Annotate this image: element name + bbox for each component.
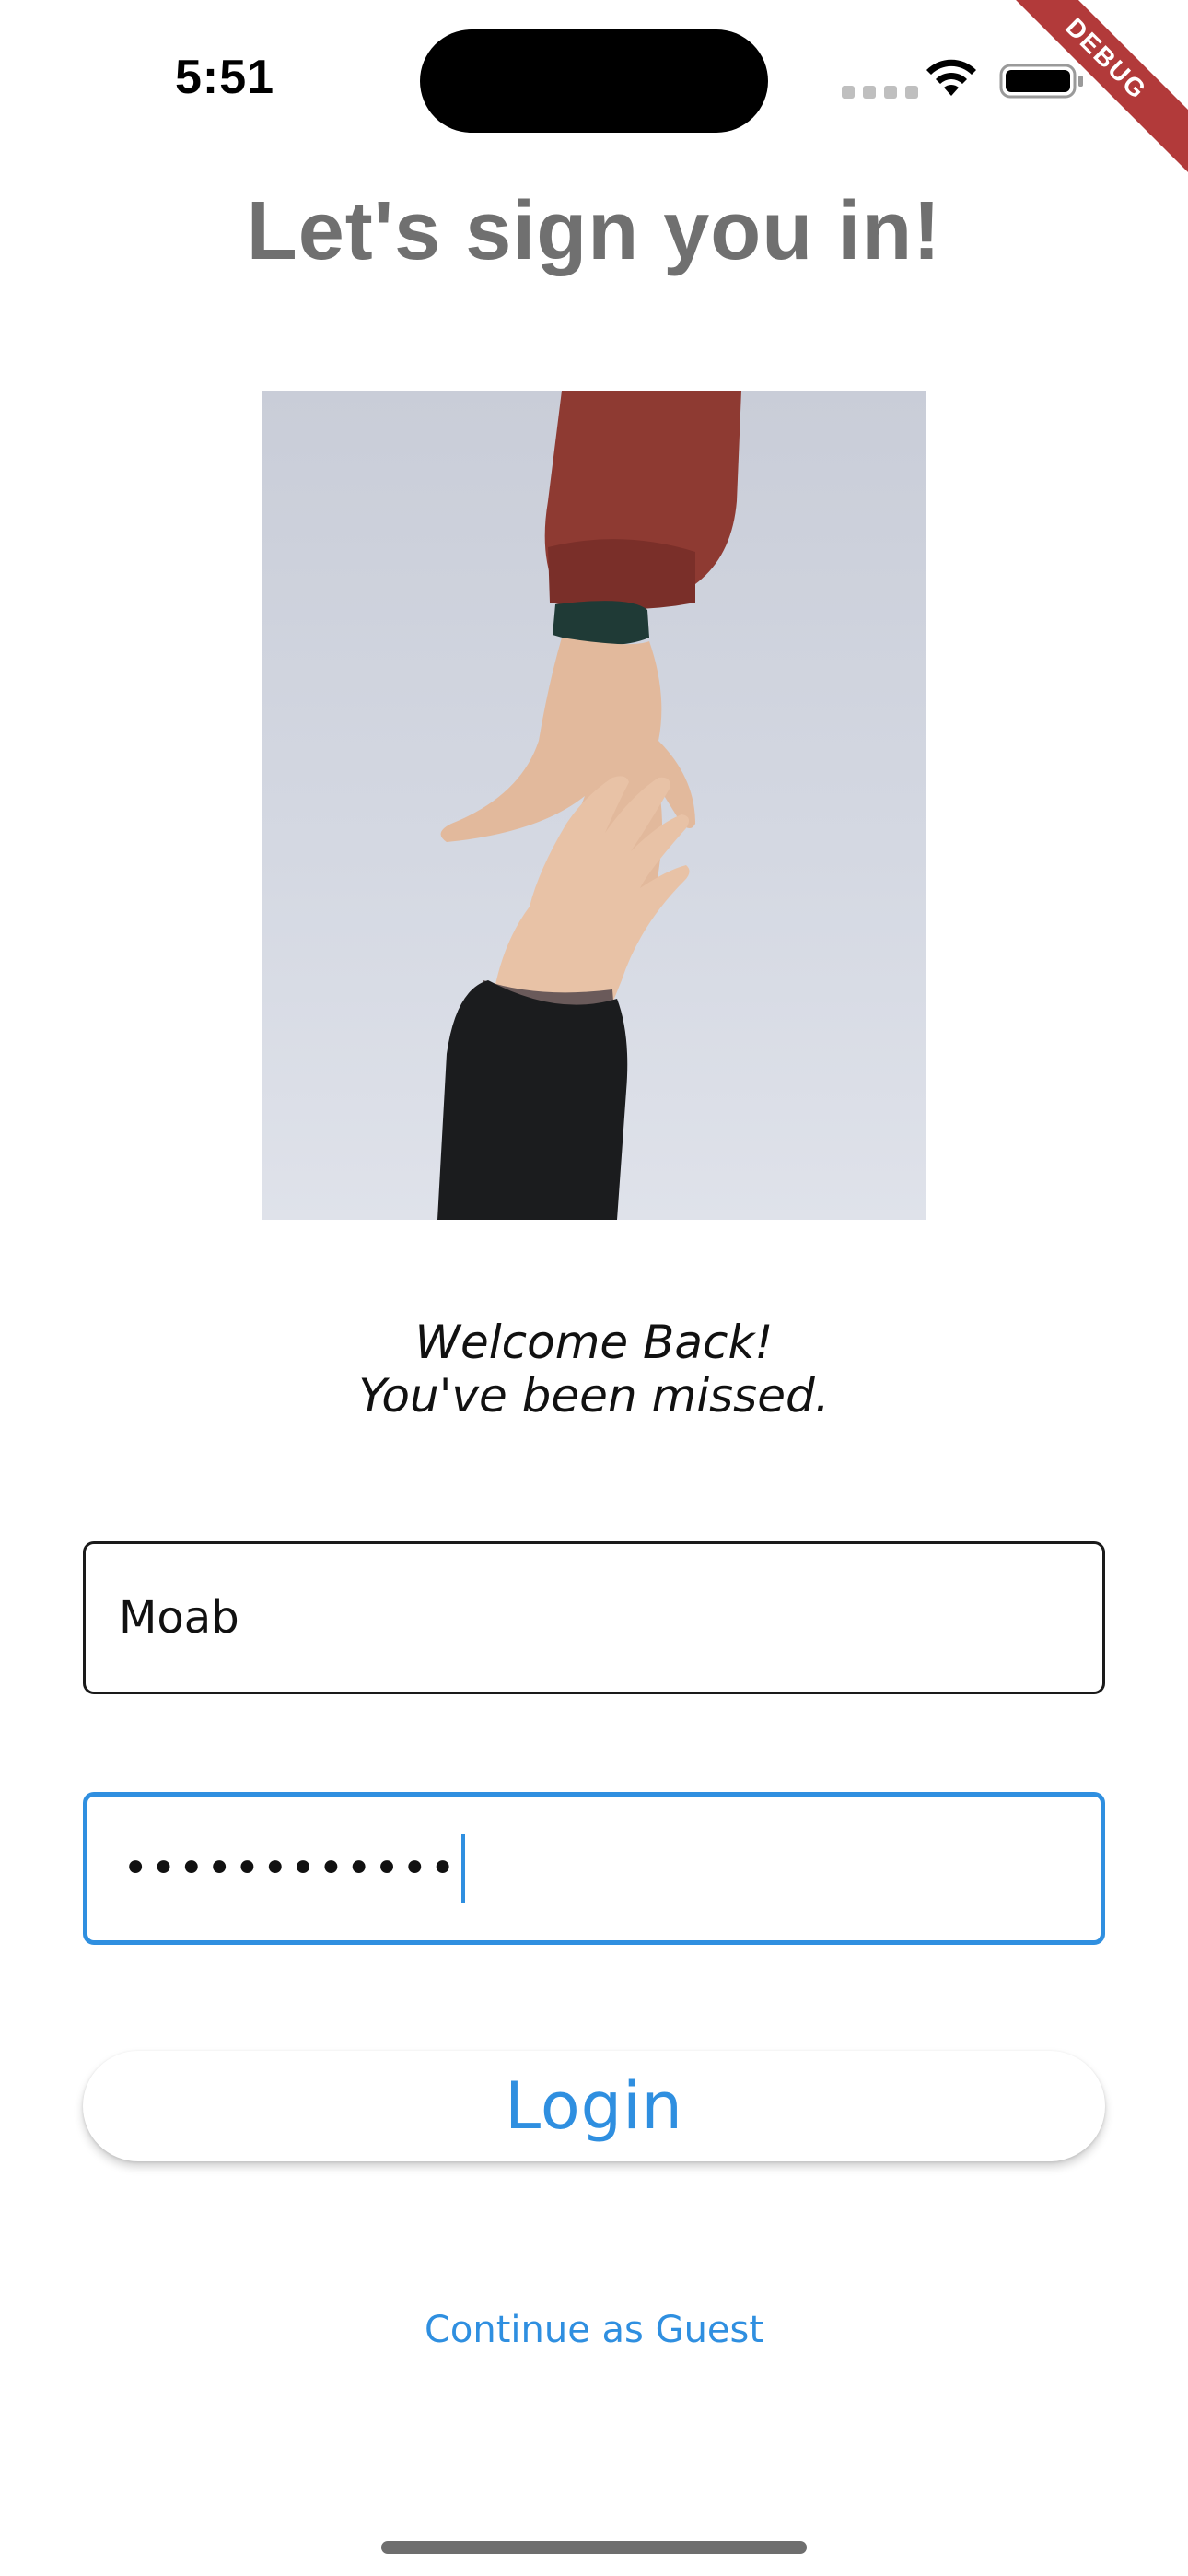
wifi-icon: [926, 59, 976, 96]
password-value: ••••••••••••: [122, 1843, 458, 1894]
page-title: Let's sign you in!: [246, 185, 942, 277]
username-field[interactable]: Moab: [83, 1541, 1105, 1694]
status-time: 5:51: [175, 51, 275, 104]
welcome-line-1: Welcome Back!: [414, 1316, 774, 1369]
hero-image: [262, 391, 926, 1220]
battery-icon: [999, 64, 1083, 99]
welcome-line-2: You've been missed.: [358, 1369, 830, 1423]
username-value: Moab: [119, 1592, 239, 1644]
cellular-signal-icon: [842, 86, 918, 99]
password-field[interactable]: ••••••••••••: [83, 1792, 1105, 1945]
text-cursor: [460, 1834, 465, 1903]
continue-as-guest-link[interactable]: Continue as Guest: [0, 2309, 1188, 2351]
dynamic-island: [420, 29, 768, 133]
home-indicator[interactable]: [381, 2541, 807, 2554]
login-button[interactable]: Login: [83, 2051, 1105, 2161]
welcome-message: Welcome Back! You've been missed.: [0, 1316, 1188, 1423]
